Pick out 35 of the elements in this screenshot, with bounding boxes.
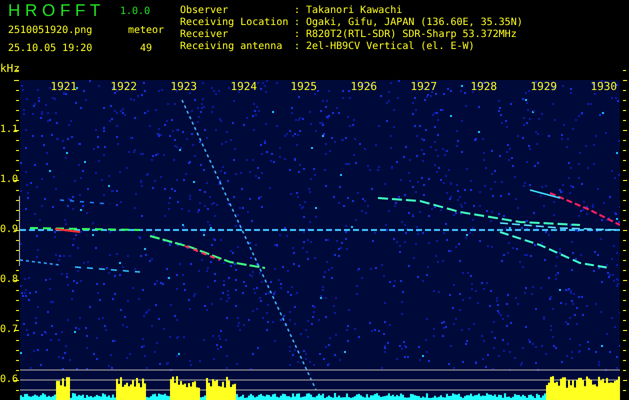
info-value: Takanori Kawachi bbox=[306, 5, 404, 17]
info-value: 2el-HB9CV Vertical (el. E-W) bbox=[306, 41, 476, 53]
y-axis-label: 0.9 bbox=[0, 223, 15, 237]
info-label: Receiver bbox=[180, 29, 230, 41]
info-label: Receiving Location bbox=[180, 17, 290, 29]
y-axis-label: 0.6 bbox=[0, 373, 15, 387]
x-axis-label: 1928 bbox=[470, 80, 498, 93]
y-axis-label: 1.0 bbox=[0, 173, 15, 187]
y-axis-label: 1.1 bbox=[0, 123, 15, 137]
info-label: Observer bbox=[180, 5, 230, 17]
y-axis-label: 0.8 bbox=[0, 273, 15, 287]
file-name: 2510051920.png bbox=[8, 24, 94, 38]
app-version: 1.0.0 bbox=[120, 5, 152, 19]
info-label: Receiving antenna bbox=[180, 41, 284, 53]
x-axis-label: 1929 bbox=[530, 80, 558, 93]
info-separator: : bbox=[294, 5, 302, 17]
y-axis-label: 0.7 bbox=[0, 323, 15, 337]
x-axis-label: 1921 bbox=[50, 80, 78, 93]
x-axis-label: 1930 bbox=[590, 80, 618, 93]
counter-value: 49 bbox=[138, 42, 154, 56]
axis-unit: kHz bbox=[0, 61, 20, 77]
info-value: Ogaki, Gifu, JAPAN (136.60E, 35.35N) bbox=[306, 17, 524, 29]
x-axis-label: 1926 bbox=[350, 80, 378, 93]
info-separator: : bbox=[294, 29, 302, 41]
counter-label: meteor bbox=[126, 24, 166, 38]
info-separator: : bbox=[294, 41, 302, 53]
x-axis-label: 1923 bbox=[170, 80, 198, 93]
x-axis-label: 1924 bbox=[230, 80, 258, 93]
x-axis-label: 1922 bbox=[110, 80, 138, 93]
app-title: H R O F F T bbox=[8, 0, 102, 22]
date-time: 25.10.05 19:20 bbox=[8, 42, 94, 56]
info-separator: : bbox=[294, 17, 302, 29]
x-axis-label: 1927 bbox=[410, 80, 438, 93]
x-axis-label: 1925 bbox=[290, 80, 318, 93]
info-value: R820T2(RTL-SDR) SDR-Sharp 53.372MHz bbox=[306, 29, 518, 41]
